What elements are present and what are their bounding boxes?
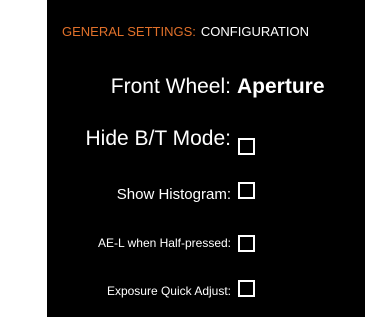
setting-label-show-histogram: Show Histogram: <box>116 186 231 203</box>
setting-value-front-wheel[interactable]: Aperture <box>237 75 325 99</box>
setting-label-front-wheel: Front Wheel: <box>110 75 231 98</box>
settings-panel <box>47 0 365 317</box>
show-histogram-checkbox[interactable] <box>238 182 255 199</box>
header-section-label: GENERAL SETTINGS: <box>62 24 196 39</box>
setting-row-ael-half-pressed[interactable]: AE-L when Half-pressed: <box>0 232 381 262</box>
setting-label-hide-bt-mode: Hide B/T Mode: <box>85 127 231 150</box>
setting-row-show-histogram[interactable]: Show Histogram: <box>0 182 381 212</box>
setting-label-ael-half-pressed: AE-L when Half-pressed: <box>98 236 231 250</box>
exposure-quick-adjust-checkbox[interactable] <box>238 280 255 297</box>
setting-row-hide-bt-mode[interactable]: Hide B/T Mode: <box>0 127 381 157</box>
setting-label-exposure-quick-adjust: Exposure Quick Adjust: <box>106 284 231 298</box>
header-page-label: CONFIGURATION <box>200 24 309 39</box>
setting-row-front-wheel[interactable]: Front Wheel: Aperture <box>0 75 381 105</box>
ael-half-pressed-checkbox[interactable] <box>238 235 255 252</box>
settings-header: GENERAL SETTINGS: CONFIGURATION <box>62 24 309 39</box>
hide-bt-mode-checkbox[interactable] <box>238 138 255 155</box>
setting-row-exposure-quick-adjust[interactable]: Exposure Quick Adjust: <box>0 280 381 310</box>
